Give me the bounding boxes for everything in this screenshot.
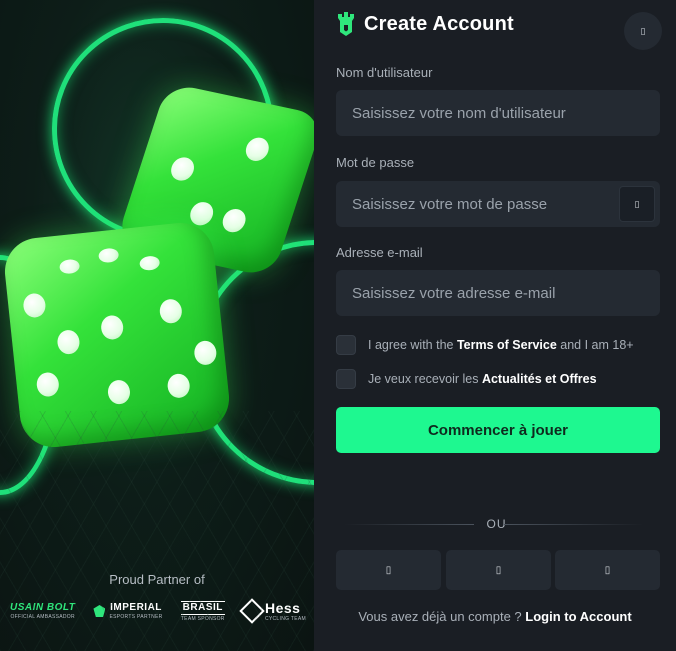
- password-input[interactable]: [336, 181, 660, 227]
- social-login-button-2[interactable]: ▯: [446, 550, 551, 590]
- imperial-shield-icon: [93, 605, 106, 617]
- promo-panel: Proud Partner of USAIN BOLT OFFICIAL AMB…: [0, 0, 314, 651]
- usain-bolt-logo: USAIN BOLT OFFICIAL AMBASSADOR: [10, 601, 76, 620]
- news-text: Je veux recevoir les Actualités et Offre…: [368, 372, 597, 386]
- social-icon: ▯: [385, 564, 392, 576]
- signup-panel: Create Account ▯ Nom d'utilisateur Mot d…: [314, 0, 676, 651]
- close-icon: ▯: [640, 25, 646, 36]
- username-label: Nom d'utilisateur: [336, 65, 433, 80]
- partner-logos: USAIN BOLT OFFICIAL AMBASSADOR IMPERIAL …: [10, 597, 306, 625]
- news-checkbox[interactable]: [336, 369, 356, 389]
- hess-diamond-icon: [239, 598, 265, 624]
- email-label: Adresse e-mail: [336, 245, 423, 260]
- brasil-logo: BRASIL TEAM SPONSOR: [180, 600, 225, 622]
- news-link[interactable]: Actualités et Offres: [482, 372, 597, 386]
- partner-label: Proud Partner of: [109, 572, 205, 587]
- terms-row: I agree with the Terms of Service and I …: [336, 335, 634, 355]
- hess-logo: Hess CYCLING TEAM: [239, 598, 306, 624]
- dice-illustration-front: [1, 219, 233, 451]
- login-link[interactable]: Login to Account: [525, 609, 631, 624]
- social-icon: ▯: [604, 564, 611, 576]
- close-button[interactable]: ▯: [624, 12, 662, 50]
- news-row: Je veux recevoir les Actualités et Offre…: [336, 369, 597, 389]
- castle-icon: [336, 12, 356, 36]
- terms-text: I agree with the Terms of Service and I …: [368, 338, 634, 352]
- login-prompt: Vous avez déjà un compte ? Login to Acco…: [358, 609, 632, 624]
- eye-icon: ▯: [634, 198, 640, 209]
- divider-line: [344, 524, 474, 525]
- social-login-button-1[interactable]: ▯: [336, 550, 441, 590]
- username-input[interactable]: [336, 90, 660, 136]
- social-icon: ▯: [495, 564, 502, 576]
- submit-button[interactable]: Commencer à jouer: [336, 407, 660, 453]
- terms-checkbox[interactable]: [336, 335, 356, 355]
- divider-line: [504, 524, 644, 525]
- page-title: Create Account: [364, 12, 514, 35]
- password-visibility-toggle[interactable]: ▯: [619, 186, 655, 222]
- password-label: Mot de passe: [336, 155, 415, 170]
- imperial-logo: IMPERIAL ESPORTS PARTNER: [93, 602, 162, 620]
- modal-header: Create Account: [336, 12, 514, 36]
- email-input[interactable]: [336, 270, 660, 316]
- social-login-button-3[interactable]: ▯: [555, 550, 660, 590]
- terms-link[interactable]: Terms of Service: [457, 338, 557, 352]
